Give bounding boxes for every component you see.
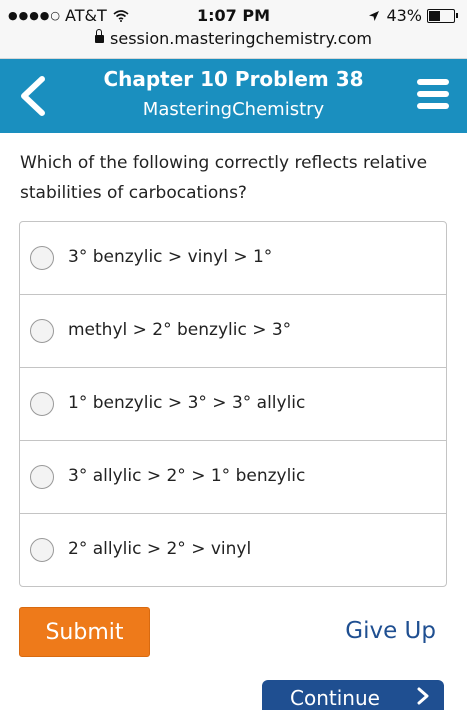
- location-arrow-icon: [369, 10, 380, 21]
- battery-fill: [429, 10, 441, 21]
- battery-icon: [427, 8, 458, 23]
- radio-button[interactable]: [30, 246, 54, 270]
- answer-option[interactable]: methyl > 2° benzylic > 3°: [20, 295, 446, 368]
- url-text: session.masteringchemistry.com: [110, 29, 372, 48]
- battery-group: 43%: [368, 6, 458, 25]
- radio-button[interactable]: [30, 319, 54, 343]
- answer-options: 3° benzylic > vinyl > 1° methyl > 2° ben…: [19, 221, 447, 587]
- radio-button[interactable]: [30, 392, 54, 416]
- menu-bar: [417, 79, 449, 85]
- option-label: 3° allylic > 2° > 1° benzylic: [68, 466, 306, 486]
- give-up-link[interactable]: Give Up: [345, 618, 436, 644]
- option-label: methyl > 2° benzylic > 3°: [68, 320, 292, 340]
- answer-option[interactable]: 2° allylic > 2° > vinyl: [20, 514, 446, 586]
- answer-option[interactable]: 3° benzylic > vinyl > 1°: [20, 222, 446, 295]
- page-subtitle: MasteringChemistry: [142, 99, 325, 120]
- submit-button[interactable]: Submit: [19, 607, 150, 657]
- answer-option[interactable]: 1° benzylic > 3° > 3° allylic: [20, 368, 446, 441]
- answer-option[interactable]: 3° allylic > 2° > 1° benzylic: [20, 441, 446, 514]
- option-label: 1° benzylic > 3° > 3° allylic: [68, 393, 306, 413]
- chevron-right-icon: [417, 687, 429, 705]
- menu-bar: [417, 103, 449, 109]
- battery-percent: 43%: [386, 6, 422, 25]
- option-label: 3° benzylic > vinyl > 1°: [68, 247, 273, 267]
- menu-bar: [417, 91, 449, 97]
- lock-icon: [95, 29, 105, 43]
- option-label: 2° allylic > 2° > vinyl: [68, 539, 252, 559]
- address-bar[interactable]: session.masteringchemistry.com: [0, 29, 467, 48]
- status-bar: ●●●●○ AT&T 1:07 PM 43% session.mastering…: [0, 0, 467, 59]
- radio-button[interactable]: [30, 538, 54, 562]
- question-text: Which of the following correctly reflect…: [20, 153, 428, 203]
- hamburger-menu-icon[interactable]: [417, 79, 449, 113]
- app-header: Chapter 10 Problem 38 MasteringChemistry: [0, 59, 467, 133]
- continue-label: Continue: [290, 686, 380, 710]
- page-title: Chapter 10 Problem 38: [103, 67, 364, 91]
- continue-button[interactable]: Continue: [262, 680, 444, 710]
- radio-button[interactable]: [30, 465, 54, 489]
